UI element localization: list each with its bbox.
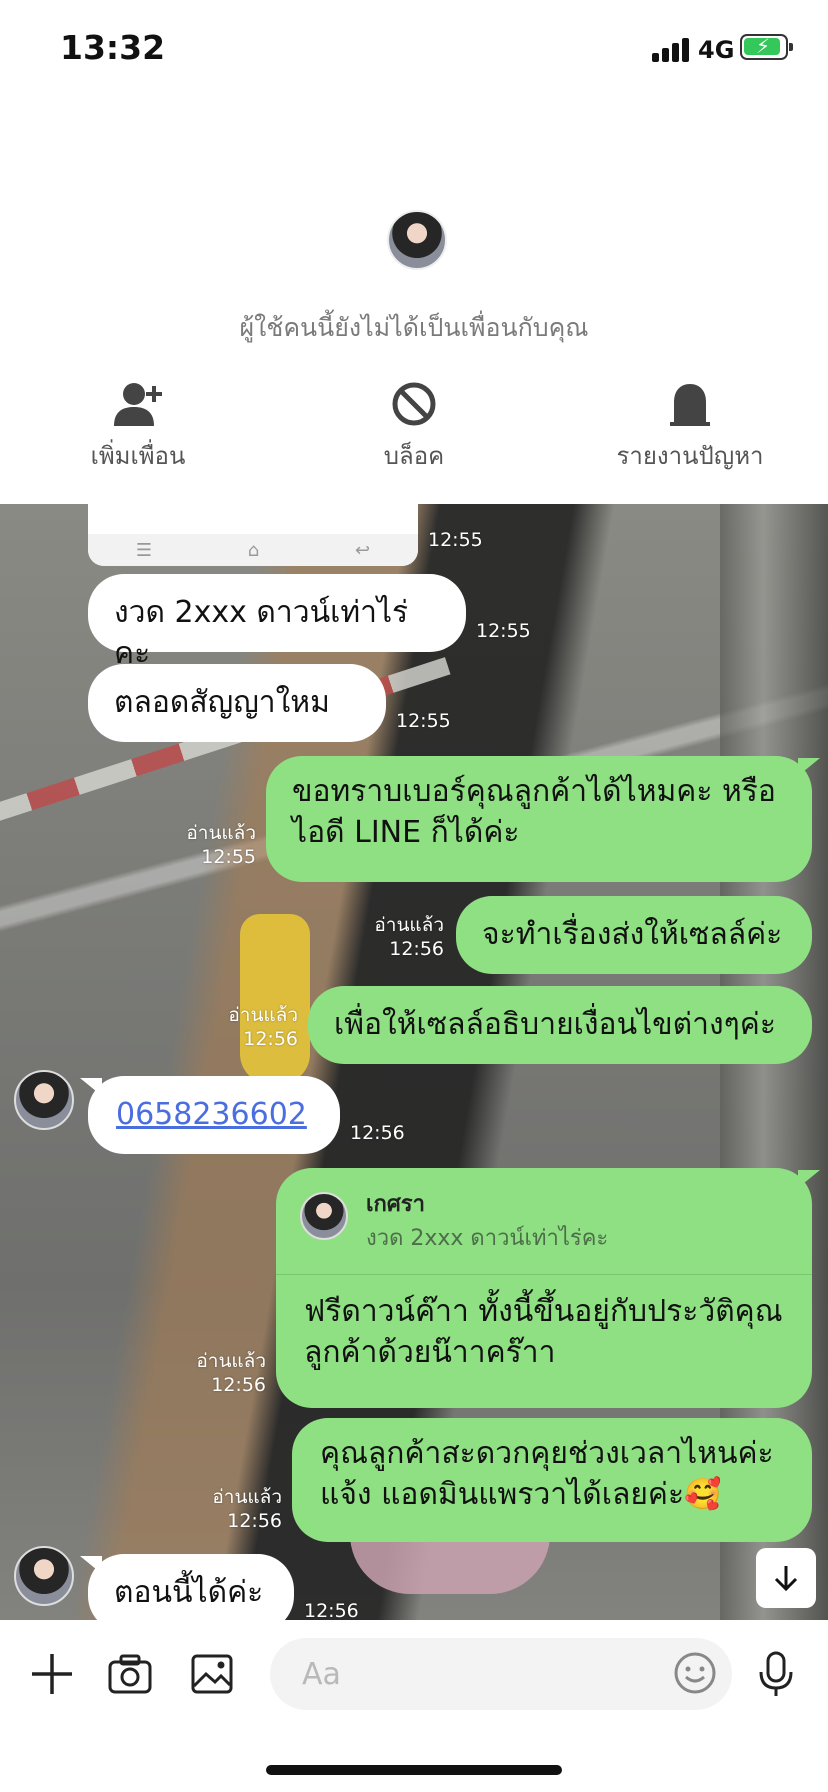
image-icon bbox=[191, 1654, 233, 1694]
contact-avatar[interactable] bbox=[14, 1070, 74, 1130]
incoming-message[interactable]: งวด 2xxx ดาวน์เท่าไร่คะ bbox=[88, 574, 466, 671]
message-text: เพื่อให้เซลล์อธิบายเงื่อนไขต่างๆค่ะ bbox=[334, 1007, 776, 1042]
chat-area[interactable]: ☰ ⌂ ↩ 12:55 งวด 2xxx ดาวน์เท่าไร่คะ 12:55 … bbox=[0, 504, 828, 1620]
block-button[interactable]: บล็อค bbox=[304, 380, 524, 475]
quoted-text: งวด 2xxx ดาวน์เท่าไร่คะ bbox=[366, 1226, 609, 1251]
outgoing-message[interactable]: เพื่อให้เซลล์อธิบายเงื่อนไขต่างๆค่ะ bbox=[308, 986, 812, 1064]
not-friend-notice: ผู้ใช้คนนี้ยังไม่ได้เป็นเพื่อนกับคุณ bbox=[239, 313, 589, 342]
image-message[interactable]: ☰ ⌂ ↩ bbox=[88, 504, 418, 566]
battery-charging-icon: ⚡ bbox=[740, 34, 793, 60]
report-button[interactable]: รายงานปัญหา bbox=[580, 380, 800, 475]
plus-icon bbox=[32, 1654, 72, 1694]
more-options-button[interactable] bbox=[24, 1646, 80, 1702]
network-type: 4G bbox=[698, 36, 735, 64]
status-time: 13:32 bbox=[60, 28, 166, 67]
read-receipt: อ่านแล้ว 12:55 bbox=[186, 822, 256, 868]
non-friend-header: ผู้ใช้คนนี้ยังไม่ได้เป็นเพื่อนกับคุณ เพิ… bbox=[0, 100, 828, 504]
microphone-icon bbox=[759, 1651, 793, 1696]
contact-avatar[interactable] bbox=[14, 1546, 74, 1606]
emoji-icon bbox=[674, 1652, 716, 1694]
outgoing-reply-message[interactable]: เกศรา งวด 2xxx ดาวน์เท่าไร่คะ ฟรีดาวน์ค๊… bbox=[276, 1168, 820, 1408]
incoming-message[interactable]: ตลอดสัญญาใหม bbox=[88, 664, 386, 742]
message-text: ตอนนี้ได้ค่ะ bbox=[114, 1575, 264, 1610]
report-label: รายงานปัญหา bbox=[616, 442, 764, 470]
phone-number-link[interactable]: 0658236602 bbox=[116, 1097, 307, 1132]
block-icon bbox=[392, 382, 436, 426]
photo-button[interactable] bbox=[184, 1646, 240, 1702]
incoming-message[interactable]: ตอนนี้ได้ค่ะ bbox=[80, 1554, 294, 1620]
message-input[interactable] bbox=[270, 1638, 732, 1710]
message-time: 12:56 bbox=[350, 1122, 405, 1144]
add-friend-label: เพิ่มเพื่อน bbox=[90, 442, 186, 470]
message-text: จะทำเรื่องส่งให้เซลล์ค่ะ bbox=[482, 917, 783, 952]
read-receipt: อ่านแล้ว 12:56 bbox=[196, 1350, 266, 1396]
signal-strength-icon bbox=[652, 38, 692, 62]
outgoing-message[interactable]: จะทำเรื่องส่งให้เซลล์ค่ะ bbox=[456, 896, 812, 974]
scroll-to-bottom-button[interactable] bbox=[756, 1548, 816, 1608]
emoji-button[interactable] bbox=[672, 1650, 718, 1700]
add-friend-button[interactable]: เพิ่มเพื่อน bbox=[28, 380, 248, 475]
outgoing-message[interactable]: ขอทราบเบอร์คุณลูกค้าได้ไหมคะ หรือ ไอดี L… bbox=[266, 756, 820, 882]
outgoing-message[interactable]: คุณลูกค้าสะดวกคุยช่วงเวลาไหนค่ะแจ้ง แอดม… bbox=[292, 1418, 812, 1542]
voice-message-button[interactable] bbox=[748, 1646, 804, 1702]
add-friend-icon bbox=[114, 383, 162, 426]
message-time: 12:55 bbox=[428, 529, 483, 551]
status-bar: 13:32 4G ⚡ bbox=[0, 0, 828, 100]
message-text: คุณลูกค้าสะดวกคุยช่วงเวลาไหนค่ะแจ้ง แอดม… bbox=[320, 1436, 774, 1512]
report-icon bbox=[670, 384, 710, 426]
contact-avatar[interactable] bbox=[387, 210, 447, 270]
message-input-bar bbox=[0, 1620, 828, 1792]
quoted-sender-name: เกศรา bbox=[366, 1192, 425, 1217]
message-time: 12:55 bbox=[476, 620, 531, 642]
block-label: บล็อค bbox=[383, 442, 445, 470]
read-receipt: อ่านแล้ว 12:56 bbox=[228, 1004, 298, 1050]
message-time: 12:55 bbox=[396, 710, 451, 732]
camera-button[interactable] bbox=[102, 1646, 158, 1702]
message-time: 12:56 bbox=[304, 1600, 359, 1620]
quoted-avatar bbox=[300, 1192, 348, 1240]
incoming-message[interactable]: 0658236602 bbox=[80, 1076, 340, 1154]
camera-icon bbox=[108, 1654, 152, 1694]
message-text: ขอทราบเบอร์คุณลูกค้าได้ไหมคะ หรือ ไอดี L… bbox=[292, 774, 776, 850]
quoted-reply[interactable]: เกศรา งวด 2xxx ดาวน์เท่าไร่คะ bbox=[276, 1168, 812, 1275]
message-text: ฟรีดาวน์ค๊าา ทั้งนี้ขึ้นอยู่กับประวัติคุ… bbox=[304, 1294, 783, 1370]
message-text: งวด 2xxx ดาวน์เท่าไร่คะ bbox=[114, 595, 409, 671]
arrow-down-icon bbox=[774, 1566, 798, 1592]
message-text: ตลอดสัญญาใหม bbox=[114, 685, 330, 720]
read-receipt: อ่านแล้ว 12:56 bbox=[374, 914, 444, 960]
home-indicator bbox=[266, 1765, 562, 1775]
read-receipt: อ่านแล้ว 12:56 bbox=[212, 1486, 282, 1532]
